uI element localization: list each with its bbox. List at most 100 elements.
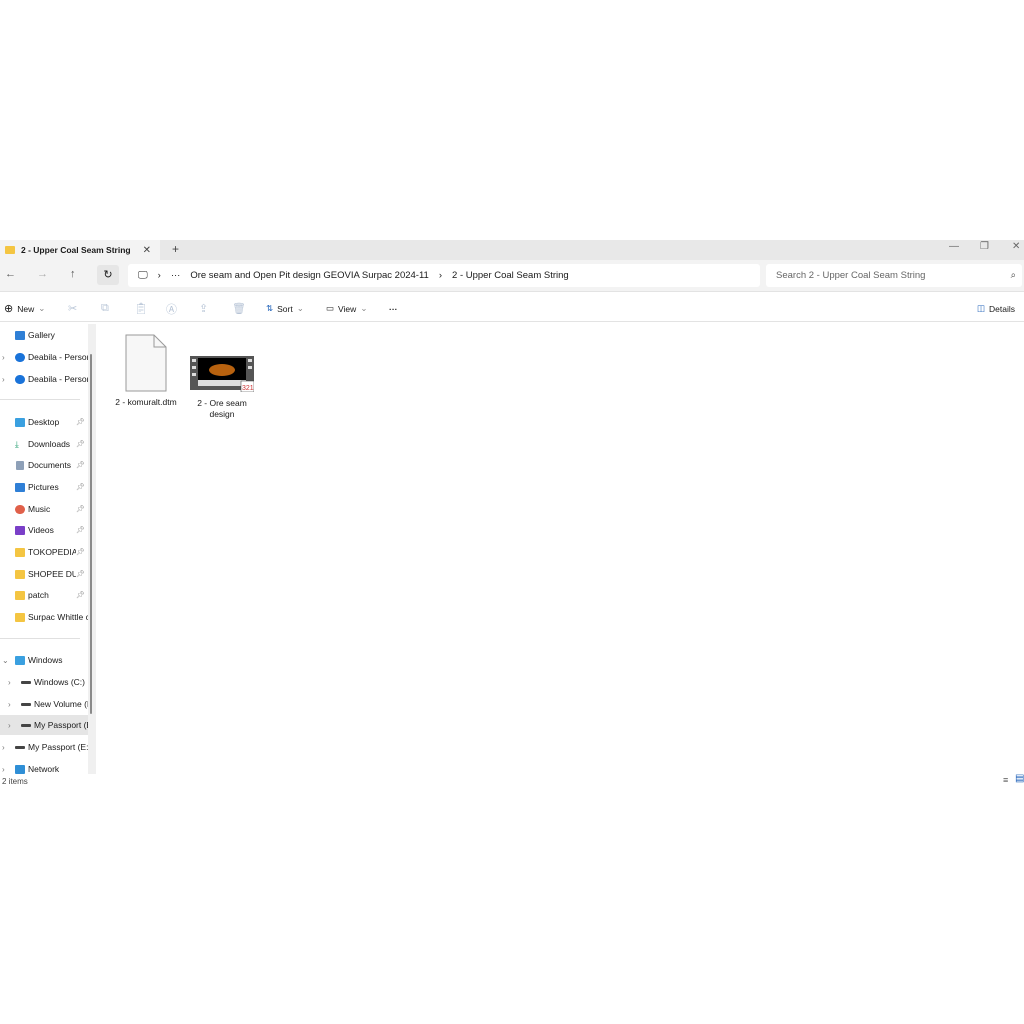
pin-icon: 📌︎ <box>76 419 85 426</box>
chevron-right-icon[interactable]: › <box>2 765 5 774</box>
pin-icon: 📌︎ <box>76 462 85 469</box>
sidebar-item-label: Network <box>28 764 60 774</box>
sidebar-item-label: My Passport (E <box>34 720 88 730</box>
breadcrumb-overflow[interactable]: ··· <box>171 270 181 281</box>
desktop-icon <box>15 417 25 427</box>
up-button[interactable]: ↑ <box>70 268 76 280</box>
details-button[interactable]: ◫ Details <box>977 303 1015 314</box>
view-button[interactable]: ▭ View ⌄ <box>326 303 367 314</box>
sidebar-item-label: Windows (C:) <box>34 677 86 687</box>
sidebar-item-drive-selected[interactable]: › My Passport (E <box>0 715 88 735</box>
cloud-icon <box>15 352 25 362</box>
sort-label: Sort <box>277 303 293 314</box>
sidebar-item-drive[interactable]: › New Volume (I <box>0 694 88 714</box>
folder-icon <box>15 547 25 557</box>
breadcrumb-item[interactable]: 2 - Upper Coal Seam String <box>452 270 569 281</box>
folder-icon <box>5 246 15 254</box>
sidebar-item-label: Downloads <box>28 439 71 449</box>
file-explorer-window: 2 - Upper Coal Seam String ✕ + — ❐ ✕ ← →… <box>0 240 1024 790</box>
sidebar-scrollbar[interactable] <box>88 324 96 774</box>
file-item[interactable]: 321 2 - Ore seam design <box>188 356 256 420</box>
sidebar-item-pictures[interactable]: Pictures 📌︎ <box>0 477 88 497</box>
sidebar-item-label: Deabila - Persor <box>28 352 88 362</box>
music-icon <box>15 504 25 514</box>
new-tab-button[interactable]: + <box>172 242 179 256</box>
cut-icon[interactable]: ✂ <box>68 302 77 315</box>
sidebar-item-videos[interactable]: Videos 📌︎ <box>0 520 88 540</box>
breadcrumb-item[interactable]: Ore seam and Open Pit design GEOVIA Surp… <box>190 270 429 281</box>
back-button[interactable]: ← <box>5 268 16 280</box>
address-bar-row: ← → ↑ ↻ 🖵 › ··· Ore seam and Open Pit de… <box>0 260 1024 292</box>
address-bar[interactable]: 🖵 › ··· Ore seam and Open Pit design GEO… <box>128 264 760 287</box>
forward-button[interactable]: → <box>37 268 48 280</box>
delete-icon[interactable]: 🗑︎ <box>232 302 246 315</box>
minimize-button[interactable]: — <box>949 241 959 252</box>
chevron-right-icon[interactable]: › <box>2 353 5 362</box>
rename-icon[interactable]: Ⓐ <box>166 301 177 317</box>
chevron-right-icon[interactable]: › <box>8 678 11 687</box>
sidebar-item-drive[interactable]: › My Passport (E:) <box>0 737 88 757</box>
sidebar-item-label: SHOPEE DUI <box>28 569 76 579</box>
search-input[interactable]: Search 2 - Upper Coal Seam String ⌕ <box>766 264 1022 287</box>
sidebar-item-onedrive-2[interactable]: › Deabila - Persor <box>0 369 88 389</box>
sidebar-item-label: Videos <box>28 525 54 535</box>
sort-button[interactable]: ⇅ Sort ⌄ <box>266 303 304 314</box>
chevron-right-icon[interactable]: › <box>2 375 5 384</box>
chevron-right-icon[interactable]: › <box>8 700 11 709</box>
tab-active[interactable]: 2 - Upper Coal Seam String ✕ <box>0 240 160 260</box>
copy-icon[interactable]: ⧉ <box>101 302 109 315</box>
drive-icon <box>21 681 31 684</box>
command-bar: ⊕ New ⌄ ✂ ⧉ 📋︎ Ⓐ ⇪ 🗑︎ ⇅ Sort ⌄ ▭ View ⌄ ··· ◫ D… <box>0 296 1024 322</box>
video-thumbnail-icon: 321 <box>190 356 255 393</box>
chevron-right-icon[interactable]: › <box>8 721 11 730</box>
details-view-icon[interactable]: ≡ <box>1003 775 1008 785</box>
sidebar-item-network[interactable]: › Network <box>0 759 88 779</box>
more-options-button[interactable]: ··· <box>389 304 398 314</box>
folder-icon <box>15 569 25 579</box>
videos-icon <box>15 525 25 535</box>
download-icon: ⤓ <box>15 438 19 449</box>
sidebar-item-label: New Volume (I <box>34 699 88 709</box>
sidebar-item-onedrive-1[interactable]: › Deabila - Persor <box>0 347 88 367</box>
refresh-button[interactable]: ↻ <box>97 265 119 285</box>
sidebar-item-label: Desktop <box>28 417 60 427</box>
file-name: 2 - komuralt.dtm <box>115 397 177 407</box>
details-label: Details <box>989 303 1016 314</box>
drive-icon <box>21 724 31 727</box>
pin-icon: 📌︎ <box>76 484 85 491</box>
sidebar-item-gallery[interactable]: Gallery <box>0 325 88 345</box>
sidebar-item-documents[interactable]: Documents 📌︎ <box>0 455 88 475</box>
sidebar-item-drive[interactable]: › Windows (C:) <box>0 672 88 692</box>
close-window-button[interactable]: ✕ <box>1012 241 1020 252</box>
drive-icon <box>15 746 25 749</box>
sidebar-item-folder[interactable]: SHOPEE DUI 📌︎ <box>0 564 88 584</box>
share-icon[interactable]: ⇪ <box>199 302 208 315</box>
sidebar-item-label: Documents <box>28 460 71 470</box>
cloud-icon <box>15 374 25 384</box>
close-tab-icon[interactable]: ✕ <box>143 245 151 256</box>
sidebar-item-music[interactable]: Music 📌︎ <box>0 499 88 519</box>
sidebar-item-desktop[interactable]: Desktop 📌︎ <box>0 412 88 432</box>
new-button[interactable]: ⊕ New ⌄ <box>4 302 45 315</box>
chevron-down-icon[interactable]: ⌄ <box>2 656 9 665</box>
tiles-view-icon[interactable]: ▤ <box>1015 773 1024 784</box>
sidebar-item-downloads[interactable]: ⤓ Downloads 📌︎ <box>0 434 88 454</box>
scrollbar-thumb[interactable] <box>90 354 92 714</box>
chevron-right-icon[interactable]: › <box>2 743 5 752</box>
gallery-icon <box>15 330 25 340</box>
details-pane-icon: ◫ <box>977 303 986 313</box>
sidebar-item-folder[interactable]: TOKOPEDIA S📌︎ <box>0 542 88 562</box>
file-item[interactable]: 2 - komuralt.dtm <box>110 334 182 408</box>
sidebar-item-this-pc[interactable]: ⌄ Windows <box>0 650 88 670</box>
sidebar-item-folder[interactable]: patch 📌︎ <box>0 585 88 605</box>
computer-icon <box>15 655 25 665</box>
file-name: 2 - Ore seam design <box>197 398 247 419</box>
view-label: View <box>338 303 357 314</box>
pin-icon: 📌︎ <box>76 592 85 599</box>
sidebar-item-label: Gallery <box>28 330 55 340</box>
paste-icon[interactable]: 📋︎ <box>134 302 148 315</box>
divider <box>0 638 80 639</box>
sidebar-item-folder[interactable]: Surpac Whittle c <box>0 607 88 627</box>
search-icon: ⌕ <box>1010 270 1016 281</box>
restore-button[interactable]: ❐ <box>980 241 989 252</box>
